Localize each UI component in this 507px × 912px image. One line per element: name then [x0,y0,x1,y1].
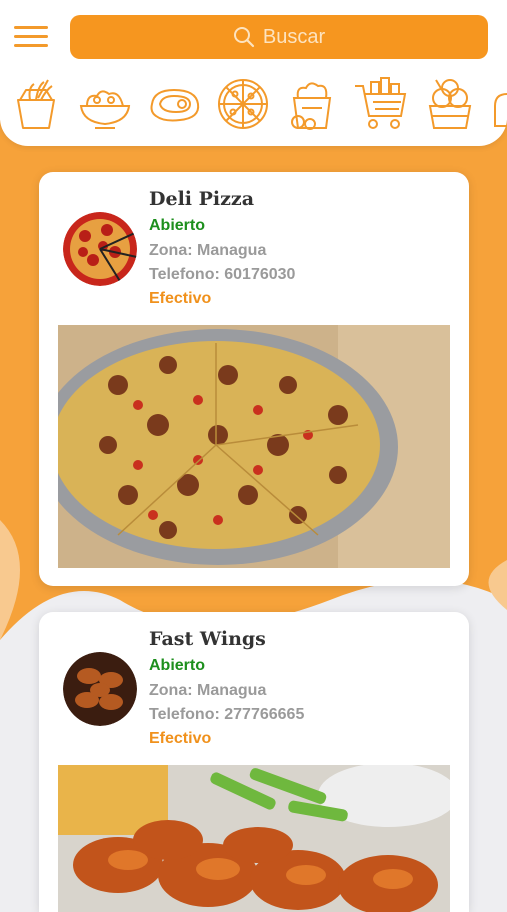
restaurant-photo[interactable] [58,765,450,912]
restaurant-phone: Telefono: 277766665 [149,706,305,723]
search-placeholder: Buscar [262,25,326,48]
category-meat[interactable] [144,72,204,136]
shopping-cart-icon [355,77,407,129]
search-icon [233,27,254,48]
payment-method: Efectivo [149,730,212,747]
category-chicken[interactable] [282,72,342,136]
category-noodles[interactable] [6,72,66,136]
open-status: Abierto [149,657,205,674]
payment-method: Efectivo [149,290,212,307]
category-groceries[interactable] [351,72,411,136]
restaurant-card[interactable]: Deli Pizza Abierto Zona: Managua Telefon… [39,172,469,586]
steak-icon [150,88,200,122]
restaurant-zone: Zona: Managua [149,242,267,259]
restaurant-logo [63,652,137,726]
bread-icon [494,92,507,127]
hamburger-menu-icon[interactable] [14,26,48,52]
restaurant-photo[interactable] [58,325,450,568]
restaurant-name: Fast Wings [149,628,266,650]
salad-bowl-icon [79,90,131,129]
ice-cream-cup-icon [428,79,472,129]
category-strip [0,72,507,138]
pizza-icon [218,79,268,129]
category-desserts[interactable] [420,72,480,136]
category-pizza[interactable] [213,72,273,136]
restaurant-phone: Telefono: 60176030 [149,266,296,283]
top-header: Buscar [0,0,507,146]
open-status: Abierto [149,217,205,234]
restaurant-zone: Zona: Managua [149,682,267,699]
category-bakery[interactable] [489,72,507,136]
restaurant-name: Deli Pizza [149,188,255,210]
noodles-box-icon [17,79,55,129]
search-bar[interactable]: Buscar [70,15,488,59]
fried-chicken-bucket-icon [291,82,332,130]
category-salad[interactable] [75,72,135,136]
restaurant-card[interactable]: Fast Wings Abierto Zona: Managua Telefon… [39,612,469,912]
restaurant-logo [63,212,137,286]
